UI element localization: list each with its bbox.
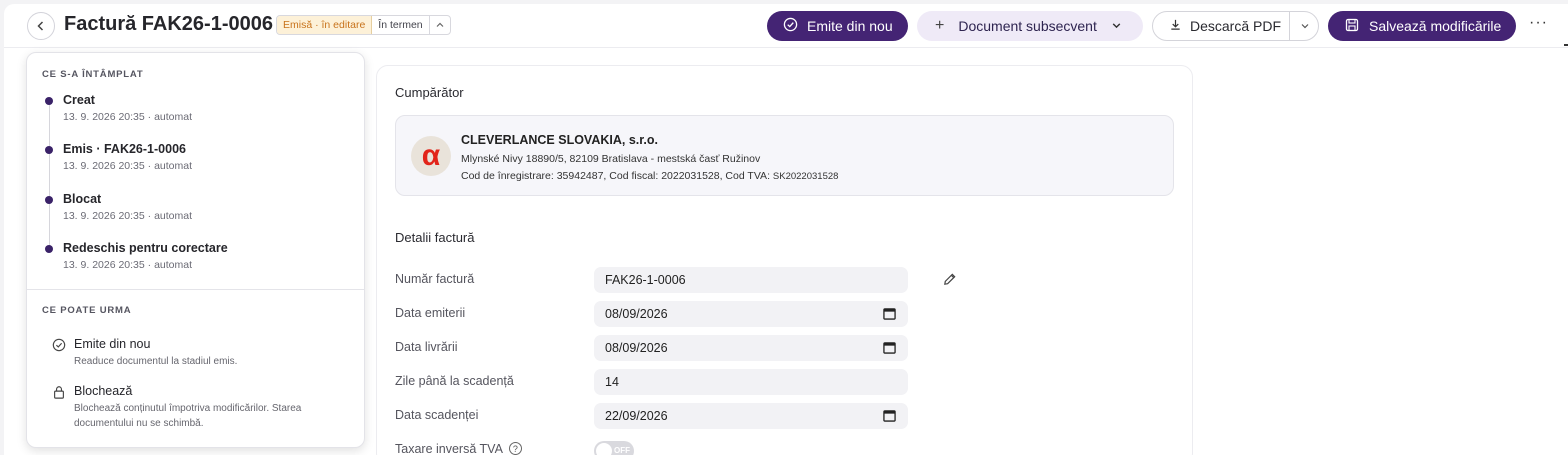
document-history-popover: CE S-A ÎNTÂMPLAT Creat 13. 9. 2026 20:35… [26, 52, 365, 448]
section-divider [27, 289, 364, 290]
event-meta: 13. 9. 2026 20:35 · automat [63, 259, 193, 271]
next-action-label: Emite din nou [74, 337, 151, 351]
plus-icon: + [935, 17, 945, 34]
download-pdf-label: Descarcă PDF [1190, 18, 1282, 34]
delivery-date-value: 08/09/2026 [605, 341, 668, 355]
status-badges: Emisă · în editare În termen [276, 15, 451, 35]
event-label: Redeschis pentru corectare [63, 241, 228, 255]
toggle-state: OFF [614, 446, 630, 455]
chevron-left-icon [37, 21, 44, 31]
invoice-number-row: Număr factură FAK26-1-0006 [395, 267, 957, 293]
reissue-button[interactable]: Emite din nou [767, 11, 908, 41]
download-options-button[interactable] [1289, 12, 1319, 40]
back-button[interactable] [27, 12, 55, 40]
download-pdf-button[interactable]: Descarcă PDF [1152, 11, 1319, 41]
timeline-dot [45, 146, 53, 154]
issue-date-row: Data emiterii 08/09/2026 [395, 301, 955, 327]
next-title: CE POATE URMA [42, 305, 132, 316]
calendar-icon[interactable] [883, 409, 896, 422]
subsequent-document-button[interactable]: + Document subsecvent [917, 11, 1143, 41]
buyer-box[interactable]: α CLEVERLANCE SLOVAKIA, s.r.o. Mlynské N… [395, 115, 1174, 196]
page-header: Factură FAK26-1-0006 Emisă · în editare … [4, 4, 1568, 48]
details-heading: Detalii factură [395, 230, 475, 245]
save-changes-label: Salvează modificările [1369, 18, 1502, 34]
check-circle-icon [52, 338, 66, 352]
timeline-dot [45, 97, 53, 105]
buyer-ids: Cod de înregistrare: 35942487, Cod fisca… [461, 170, 838, 182]
days-until-due-input[interactable]: 14 [594, 369, 908, 395]
next-action-desc: Blochează conținutul împotriva modificăr… [74, 403, 302, 429]
calendar-icon[interactable] [883, 307, 896, 320]
download-icon [1169, 18, 1182, 34]
next-action-label: Blochează [74, 384, 133, 398]
reverse-charge-row: Taxare inversă TVA? OFF [395, 437, 955, 455]
due-date-value: 22/09/2026 [605, 409, 668, 423]
app-window: Factură FAK26-1-0006 Emisă · în editare … [4, 4, 1568, 455]
due-date-label: Data scadenței [395, 408, 479, 422]
pencil-icon[interactable] [942, 272, 957, 287]
buyer-vat-id: SK2022031528 [772, 171, 839, 182]
issue-date-input[interactable]: 08/09/2026 [594, 301, 908, 327]
happened-title: CE S-A ÎNTÂMPLAT [42, 69, 144, 80]
help-icon[interactable]: ? [508, 442, 522, 455]
timeline-dot [45, 245, 53, 253]
event-meta: 13. 9. 2026 20:35 · automat [63, 160, 193, 172]
issue-date-label: Data emiterii [395, 306, 466, 320]
more-options-icon[interactable]: ··· [1529, 14, 1548, 32]
calendar-icon[interactable] [883, 341, 896, 354]
delivery-date-label: Data livrării [395, 340, 458, 354]
reverse-charge-toggle[interactable]: OFF [594, 441, 634, 455]
toggle-knob [596, 443, 612, 455]
buyer-heading: Cumpărător [395, 85, 464, 100]
event-label: Emis · FAK26-1-0006 [63, 142, 186, 156]
invoice-card: Cumpărător α CLEVERLANCE SLOVAKIA, s.r.o… [376, 65, 1193, 455]
days-until-due-row: Zile până la scadență 14 [395, 369, 955, 395]
next-action-desc: Readuce documentul la stadiul emis. [74, 356, 238, 367]
event-label: Creat [63, 93, 95, 107]
event-meta: 13. 9. 2026 20:35 · automat [63, 210, 193, 222]
reverse-charge-label: Taxare inversă TVA? [395, 442, 522, 455]
event-label: Blocat [63, 192, 102, 206]
chevron-up-icon [436, 22, 444, 27]
invoice-number-label: Număr factură [395, 272, 475, 286]
days-until-due-label: Zile până la scadență [395, 374, 514, 388]
buyer-ids-text: Cod de înregistrare: 35942487, Cod fisca… [461, 170, 773, 182]
buyer-name: CLEVERLANCE SLOVAKIA, s.r.o. [461, 133, 659, 147]
invoice-number-input[interactable]: FAK26-1-0006 [594, 267, 908, 293]
event-meta: 13. 9. 2026 20:35 · automat [63, 111, 193, 123]
chevron-down-icon [1301, 24, 1308, 29]
status-badge: Emisă · în editare [277, 16, 373, 34]
save-changes-button[interactable]: Salvează modificările [1328, 11, 1516, 41]
timeline-dot [45, 196, 53, 204]
reverse-charge-text: Taxare inversă TVA [395, 442, 503, 455]
due-date-input[interactable]: 22/09/2026 [594, 403, 908, 429]
timeline-line [49, 101, 50, 251]
history-toggle-button[interactable] [430, 16, 450, 34]
save-icon [1345, 18, 1359, 35]
issue-date-value: 08/09/2026 [605, 307, 668, 321]
term-badge: În termen [372, 16, 430, 34]
due-date-row: Data scadenței 22/09/2026 [395, 403, 955, 429]
reissue-button-label: Emite din nou [807, 18, 893, 34]
page-title: Factură FAK26-1-0006 [64, 13, 273, 35]
subsequent-document-label: Document subsecvent [958, 18, 1097, 34]
buyer-logo: α [411, 136, 451, 176]
chevron-down-icon [1111, 18, 1122, 34]
edge-marker [1564, 44, 1568, 46]
lock-icon [52, 385, 66, 399]
buyer-address: Mlynské Nivy 18890/5, 82109 Bratislava -… [461, 153, 761, 165]
check-circle-icon [783, 17, 798, 35]
delivery-date-input[interactable]: 08/09/2026 [594, 335, 908, 361]
delivery-date-row: Data livrării 08/09/2026 [395, 335, 955, 361]
